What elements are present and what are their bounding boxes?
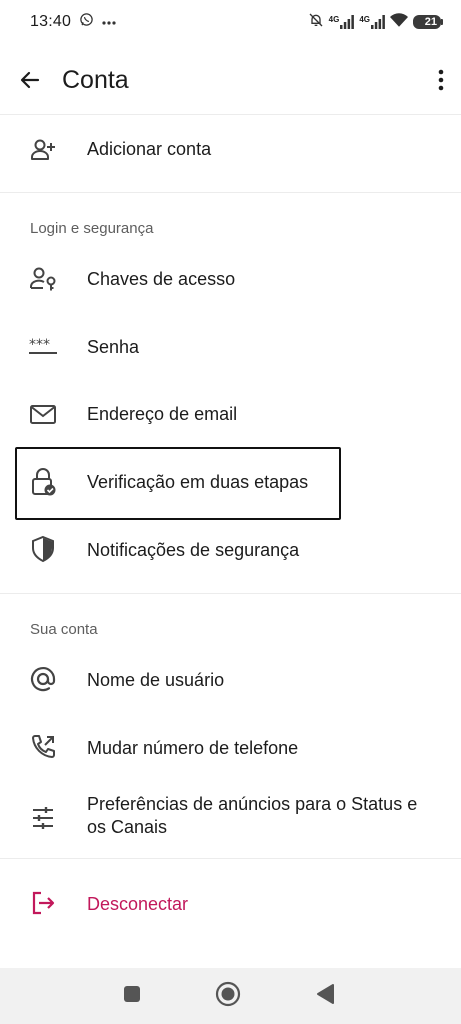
- shield-icon: [28, 534, 58, 564]
- back-button[interactable]: [16, 68, 44, 96]
- two-step-verification-label: Verificação em duas etapas: [87, 472, 309, 492]
- home-circle-icon: [215, 981, 241, 1012]
- add-account-label: Adicionar conta: [87, 139, 212, 159]
- more-options-button[interactable]: [435, 68, 447, 96]
- password-dots-icon: ***: [28, 332, 58, 362]
- person-add-icon: [28, 135, 58, 165]
- mail-icon: [28, 399, 58, 429]
- signal-icon: 4G: [359, 15, 385, 29]
- divider: [0, 192, 461, 193]
- home-button[interactable]: [215, 981, 241, 1012]
- battery-level: 21: [424, 16, 437, 28]
- arrow-left-icon: [18, 68, 42, 97]
- change-number-item[interactable]: Mudar número de telefone: [0, 718, 461, 778]
- recents-square-icon: [123, 985, 141, 1008]
- logout-label: Desconectar: [87, 894, 189, 914]
- sliders-icon: [28, 803, 58, 833]
- security-notifications-label: Notificações de segurança: [87, 540, 300, 560]
- passkeys-item[interactable]: Chaves de acesso: [0, 250, 461, 310]
- passkeys-label: Chaves de acesso: [87, 269, 236, 289]
- whatsapp-icon: [79, 12, 94, 32]
- battery-icon: 21: [413, 15, 443, 29]
- change-number-label: Mudar número de telefone: [87, 738, 299, 758]
- section-title-login-security: Login e segurança: [30, 220, 154, 237]
- wifi-icon: [390, 12, 408, 32]
- status-time: 13:40: [30, 13, 72, 30]
- back-nav-button[interactable]: [314, 983, 336, 1010]
- add-account-item[interactable]: Adicionar conta: [0, 120, 461, 180]
- divider: [0, 593, 461, 594]
- page-title: Conta: [62, 66, 129, 94]
- network-type-label: 4G: [359, 15, 370, 24]
- divider: [0, 114, 461, 115]
- security-notifications-item[interactable]: Notificações de segurança: [0, 520, 461, 580]
- lock-check-icon: [28, 467, 58, 497]
- status-bar: 13:40 4G 4G 21: [0, 0, 461, 44]
- ad-preferences-label: Preferências de anúncios para o Status e…: [87, 794, 418, 837]
- username-label: Nome de usuário: [87, 670, 225, 690]
- logout-item[interactable]: Desconectar: [0, 874, 461, 934]
- logout-icon: [28, 888, 58, 918]
- divider: [0, 858, 461, 859]
- person-key-icon: [28, 264, 58, 294]
- signal-icon: 4G: [329, 15, 355, 29]
- at-icon: [28, 664, 58, 694]
- more-dots-icon: [102, 13, 116, 31]
- svg-text:***: ***: [29, 337, 50, 353]
- back-triangle-icon: [315, 983, 335, 1010]
- mute-icon: [308, 12, 324, 33]
- recents-button[interactable]: [122, 985, 142, 1008]
- two-step-verification-item[interactable]: Verificação em duas etapas: [0, 452, 461, 514]
- email-label: Endereço de email: [87, 404, 238, 424]
- password-item[interactable]: *** Senha: [0, 318, 461, 378]
- phone-forward-icon: [28, 732, 58, 762]
- username-item[interactable]: Nome de usuário: [0, 650, 461, 710]
- system-nav-bar: [0, 968, 461, 1024]
- app-bar: Conta: [0, 50, 461, 114]
- more-vert-icon: [438, 69, 444, 96]
- section-title-your-account: Sua conta: [30, 621, 98, 638]
- ad-preferences-item[interactable]: Preferências de anúncios para o Status e…: [0, 784, 461, 854]
- email-item[interactable]: Endereço de email: [0, 385, 461, 445]
- network-type-label: 4G: [328, 15, 340, 24]
- password-label: Senha: [87, 337, 140, 357]
